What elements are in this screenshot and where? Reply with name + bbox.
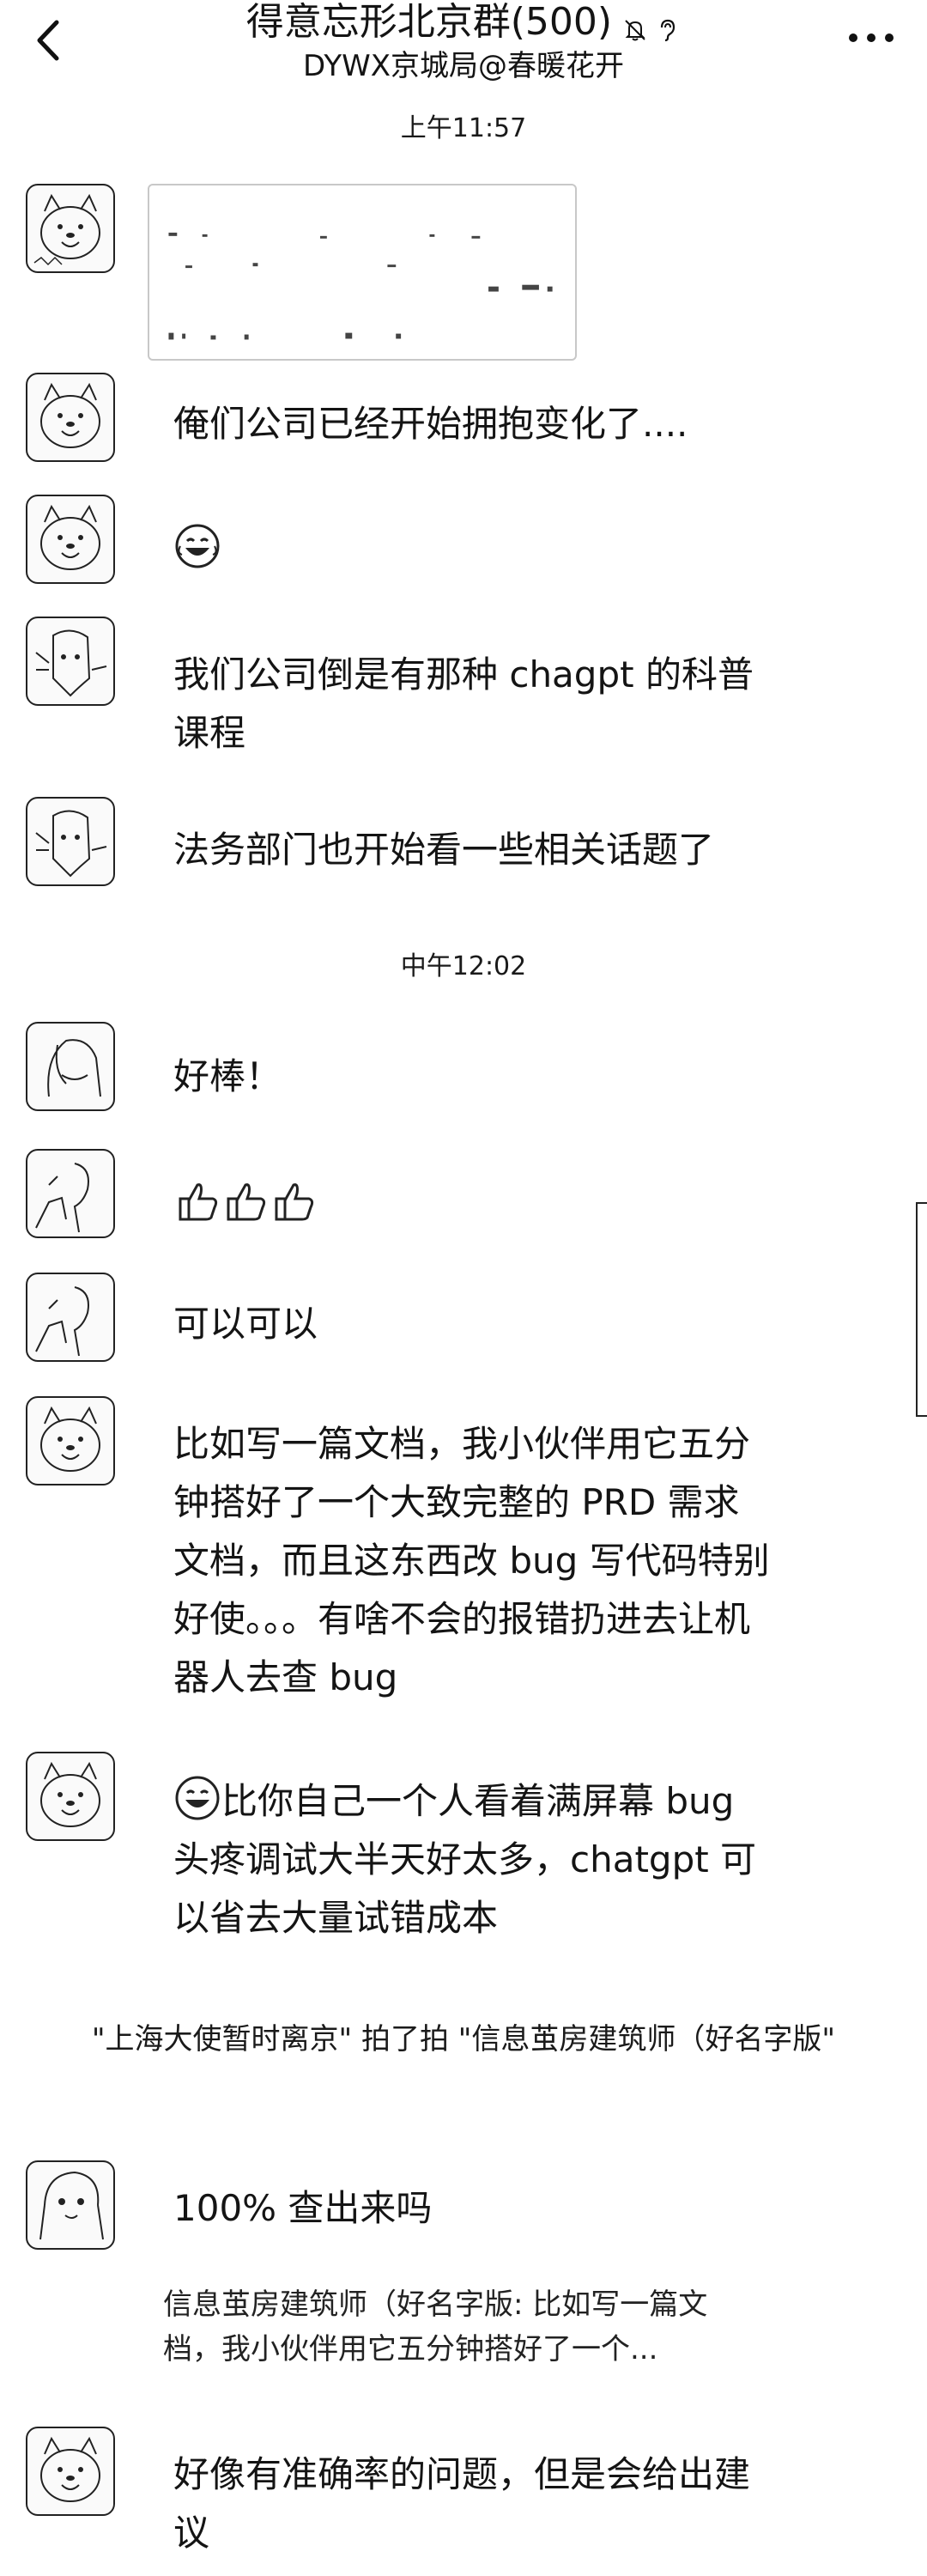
avatar-person[interactable] <box>26 1273 115 1362</box>
message-text: 比你自己一个人看着满屏幕 bug 头疼调试大半天好太多，chatgpt 可以省去… <box>173 1772 774 1947</box>
scroll-indicator[interactable] <box>916 1202 927 1417</box>
message-emoji <box>173 1175 774 1233</box>
message-text: 好棒！ <box>173 1055 282 1097</box>
avatar-dog[interactable] <box>26 1396 115 1485</box>
message-text: 100% 查出来吗 <box>173 2187 433 2229</box>
blurred-image-thumbnail <box>168 232 553 340</box>
more-options-button[interactable] <box>841 21 901 55</box>
avatar-character[interactable] <box>26 797 115 886</box>
avatar-dog[interactable] <box>26 184 115 273</box>
ear-icon <box>661 19 676 41</box>
avatar-person[interactable] <box>26 1149 115 1238</box>
message-text: 我们公司倒是有那种 chagpt 的科普课程 <box>173 653 754 754</box>
image-message[interactable] <box>148 184 577 361</box>
quoted-message[interactable]: 信息茧房建筑师（好名字版: 比如写一篇文档，我小伙伴用它五分钟搭好了一个... <box>163 2282 755 2372</box>
chat-title: 得意忘形北京群(500) <box>245 0 613 44</box>
message-emoji <box>173 520 774 579</box>
dog-avatar-icon <box>40 382 100 448</box>
more-dots-icon <box>849 33 894 42</box>
chevron-left-icon <box>37 20 59 61</box>
laughing-tears-emoji-icon <box>173 522 221 570</box>
pat-notification: "上海大使暂时离京" 拍了拍 "信息茧房建筑师（好名字版" <box>91 2022 836 2057</box>
laughing-tears-emoji-icon <box>173 1774 221 1822</box>
title-icons <box>621 16 681 46</box>
chat-header: 得意忘形北京群(500) DYWX京城局@春暖花开 <box>0 0 927 94</box>
chat-subtitle: DYWX京城局@春暖花开 <box>303 49 624 83</box>
avatar-girl[interactable] <box>26 1022 115 1111</box>
message-body: 比你自己一个人看着满屏幕 bug 头疼调试大半天好太多，chatgpt 可以省去… <box>173 1780 757 1939</box>
dog-avatar-icon <box>40 1406 100 1472</box>
message-text: 法务部门也开始看一些相关话题了 <box>173 829 715 871</box>
timestamp: 上午11:57 <box>400 113 527 143</box>
girl-avatar-icon <box>47 1039 101 1097</box>
bell-off-icon <box>625 19 645 40</box>
dog-avatar-icon <box>40 504 100 570</box>
avatar-anime[interactable] <box>26 2160 115 2250</box>
avatar-dog[interactable] <box>26 495 115 584</box>
dog-avatar-icon <box>40 2436 100 2502</box>
anime-avatar-icon <box>39 2171 104 2240</box>
dog-avatar-icon <box>33 193 100 266</box>
person-avatar-icon <box>35 1286 89 1357</box>
message-text: 比如写一篇文档，我小伙伴用它五分钟搭好了一个大致完整的 PRD 需求文档，而且这… <box>173 1423 770 1698</box>
back-button[interactable] <box>21 10 81 70</box>
thumbs-up-emoji-icon <box>173 1176 221 1224</box>
avatar-dog[interactable] <box>26 373 115 462</box>
message-text: 好像有准确率的问题，但是会给出建议 <box>173 2453 751 2554</box>
avatar-character[interactable] <box>26 617 115 706</box>
chat-title-wrap: 得意忘形北京群(500) <box>129 0 798 46</box>
thumbs-up-emoji-icon <box>270 1176 318 1224</box>
dog-avatar-icon <box>40 1761 100 1827</box>
person-avatar-icon <box>35 1163 89 1233</box>
avatar-dog[interactable] <box>26 1752 115 1841</box>
character-avatar-icon <box>35 629 107 697</box>
timestamp: 中午12:02 <box>400 951 527 981</box>
message-text: 俺们公司已经开始拥抱变化了.... <box>173 403 688 445</box>
character-avatar-icon <box>35 810 107 878</box>
thumbs-up-emoji-icon <box>221 1176 270 1224</box>
avatar-dog[interactable] <box>26 2427 115 2516</box>
message-text: 可以可以 <box>173 1303 318 1345</box>
